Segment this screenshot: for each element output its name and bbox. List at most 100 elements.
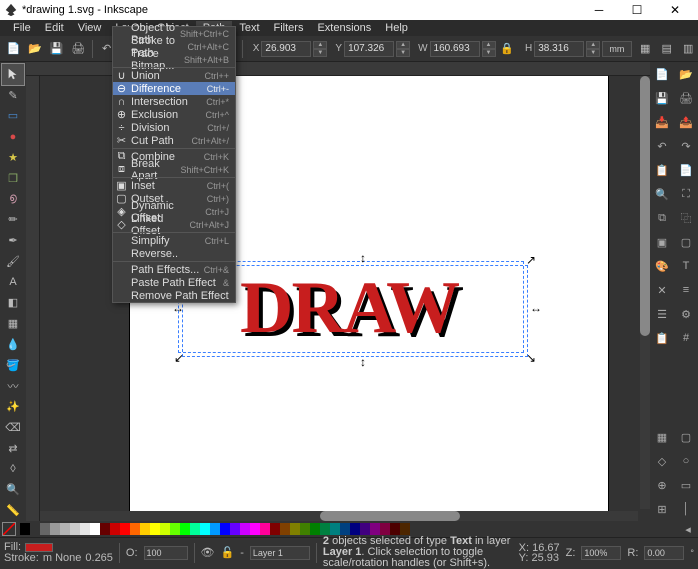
print-icon[interactable]: 🖨 bbox=[68, 39, 87, 59]
cmd-print-icon[interactable]: 🖨 bbox=[674, 86, 698, 110]
dropper-tool[interactable]: 💧 bbox=[2, 334, 24, 355]
lpe-tool[interactable]: ◊ bbox=[2, 459, 24, 480]
cmd-open-icon[interactable]: 📂 bbox=[674, 62, 698, 86]
cmd-group-icon[interactable]: ▣ bbox=[650, 230, 674, 254]
color-swatch[interactable] bbox=[80, 523, 90, 535]
color-swatch[interactable] bbox=[370, 523, 380, 535]
layer-select[interactable] bbox=[250, 546, 310, 560]
circle-tool[interactable]: ● bbox=[2, 126, 24, 147]
color-swatch[interactable] bbox=[90, 523, 100, 535]
cmd-undo-icon[interactable]: ↶ bbox=[650, 134, 674, 158]
snap-grid-icon[interactable]: ⊞ bbox=[650, 497, 674, 521]
color-swatch[interactable] bbox=[140, 523, 150, 535]
cmd-selectors-icon[interactable]: # bbox=[674, 326, 698, 350]
opacity-input[interactable] bbox=[144, 546, 188, 560]
menu-item-reverse-[interactable]: Reverse.. bbox=[113, 247, 235, 260]
scrollbar-horizontal[interactable] bbox=[40, 511, 638, 521]
menu-item-division[interactable]: ÷DivisionCtrl+/ bbox=[113, 121, 235, 134]
cmd-layers-icon[interactable]: ☰ bbox=[650, 302, 674, 326]
color-swatch[interactable] bbox=[230, 523, 240, 535]
h-dn[interactable]: ▼ bbox=[586, 49, 600, 57]
color-swatch[interactable] bbox=[390, 523, 400, 535]
cmd-clone-icon[interactable]: ⿻ bbox=[674, 206, 698, 230]
y-up[interactable]: ▲ bbox=[396, 41, 410, 49]
color-swatch[interactable] bbox=[30, 523, 40, 535]
color-swatch[interactable] bbox=[160, 523, 170, 535]
cmd-copy-icon[interactable]: 📋 bbox=[650, 158, 674, 182]
maximize-button[interactable]: ☐ bbox=[618, 0, 656, 20]
color-swatch[interactable] bbox=[220, 523, 230, 535]
snap2-icon[interactable]: ▤ bbox=[657, 39, 676, 59]
color-swatch[interactable] bbox=[380, 523, 390, 535]
color-swatch[interactable] bbox=[150, 523, 160, 535]
menu-item-difference[interactable]: ⊖DifferenceCtrl+- bbox=[113, 82, 235, 95]
snap-other-icon[interactable]: ○ bbox=[674, 449, 698, 473]
snap-guide-icon[interactable]: │ bbox=[674, 497, 698, 521]
rect-tool[interactable]: ▭ bbox=[2, 106, 24, 127]
cmd-xml-icon[interactable]: ✕ bbox=[650, 278, 674, 302]
cmd-text-icon[interactable]: T bbox=[674, 254, 698, 278]
color-swatch[interactable] bbox=[100, 523, 110, 535]
zoom-tool[interactable]: 🔍 bbox=[2, 479, 24, 500]
menu-file[interactable]: File bbox=[6, 21, 38, 35]
x-input[interactable] bbox=[261, 41, 311, 57]
menu-item-path-effects-[interactable]: Path Effects...Ctrl+& bbox=[113, 263, 235, 276]
text-tool[interactable]: A bbox=[2, 272, 24, 293]
handle-sw[interactable]: ↙ bbox=[174, 354, 182, 362]
mesh-tool[interactable]: ▦ bbox=[2, 313, 24, 334]
menu-item-intersection[interactable]: ∩IntersectionCtrl+* bbox=[113, 95, 235, 108]
cmd-ungroup-icon[interactable]: ▢ bbox=[674, 230, 698, 254]
w-input[interactable] bbox=[430, 41, 480, 57]
color-swatch[interactable] bbox=[20, 523, 30, 535]
spiral-tool[interactable]: ൭ bbox=[2, 189, 24, 210]
pencil-tool[interactable]: ✏ bbox=[2, 209, 24, 230]
calligraphy-tool[interactable]: 🖌 bbox=[2, 251, 24, 272]
cmd-dup-icon[interactable]: ⧉ bbox=[650, 206, 674, 230]
pen-tool[interactable]: ✒ bbox=[2, 230, 24, 251]
menu-item-simplify[interactable]: SimplifyCtrl+L bbox=[113, 234, 235, 247]
selector-tool[interactable] bbox=[2, 64, 24, 85]
cmd-zoomdraw-icon[interactable]: ⛶ bbox=[674, 182, 698, 206]
handle-n[interactable]: ↕ bbox=[360, 254, 368, 262]
no-color-swatch[interactable] bbox=[2, 522, 16, 536]
color-swatch[interactable] bbox=[240, 523, 250, 535]
color-swatch[interactable] bbox=[190, 523, 200, 535]
color-swatch[interactable] bbox=[200, 523, 210, 535]
color-swatch[interactable] bbox=[350, 523, 360, 535]
h-up[interactable]: ▲ bbox=[586, 41, 600, 49]
eraser-tool[interactable]: ⌫ bbox=[2, 417, 24, 438]
cmd-redo-icon[interactable]: ↷ bbox=[674, 134, 698, 158]
h-input[interactable] bbox=[534, 41, 584, 57]
menu-item-cut-path[interactable]: ✂Cut PathCtrl+Alt+/ bbox=[113, 134, 235, 147]
open-icon[interactable]: 📂 bbox=[25, 39, 44, 59]
color-swatch[interactable] bbox=[280, 523, 290, 535]
cmd-paste-icon[interactable]: 📄 bbox=[674, 158, 698, 182]
palette-menu-icon[interactable]: ◂ bbox=[678, 519, 698, 539]
color-swatch[interactable] bbox=[270, 523, 280, 535]
handle-s[interactable]: ↕ bbox=[360, 358, 368, 366]
menu-help[interactable]: Help bbox=[378, 21, 415, 35]
cmd-docprops-icon[interactable]: 📋 bbox=[650, 326, 674, 350]
menu-item-trace-bitmap-[interactable]: Trace Bitmap...Shift+Alt+B bbox=[113, 53, 235, 66]
cmd-zoomsel-icon[interactable]: 🔍 bbox=[650, 182, 674, 206]
color-swatch[interactable] bbox=[250, 523, 260, 535]
color-swatch[interactable] bbox=[360, 523, 370, 535]
color-swatch[interactable] bbox=[170, 523, 180, 535]
color-swatch[interactable] bbox=[400, 523, 410, 535]
3dbox-tool[interactable]: ❒ bbox=[2, 168, 24, 189]
color-swatch[interactable] bbox=[120, 523, 130, 535]
menu-item-union[interactable]: ∪UnionCtrl++ bbox=[113, 69, 235, 82]
x-dn[interactable]: ▼ bbox=[313, 49, 327, 57]
cmd-new-icon[interactable]: 📄 bbox=[650, 62, 674, 86]
lock-icon[interactable]: 🔒 bbox=[498, 39, 517, 59]
color-swatch[interactable] bbox=[330, 523, 340, 535]
color-swatch[interactable] bbox=[60, 523, 70, 535]
y-input[interactable] bbox=[344, 41, 394, 57]
color-swatch[interactable] bbox=[310, 523, 320, 535]
menu-item-linked-offset[interactable]: ◇Linked OffsetCtrl+Alt+J bbox=[113, 218, 235, 231]
stroke-value[interactable]: m None bbox=[43, 553, 82, 564]
zoom-input[interactable] bbox=[581, 546, 621, 560]
cmd-import-icon[interactable]: 📥 bbox=[650, 110, 674, 134]
color-swatch[interactable] bbox=[70, 523, 80, 535]
menu-item-paste-path-effect[interactable]: Paste Path Effect& bbox=[113, 276, 235, 289]
